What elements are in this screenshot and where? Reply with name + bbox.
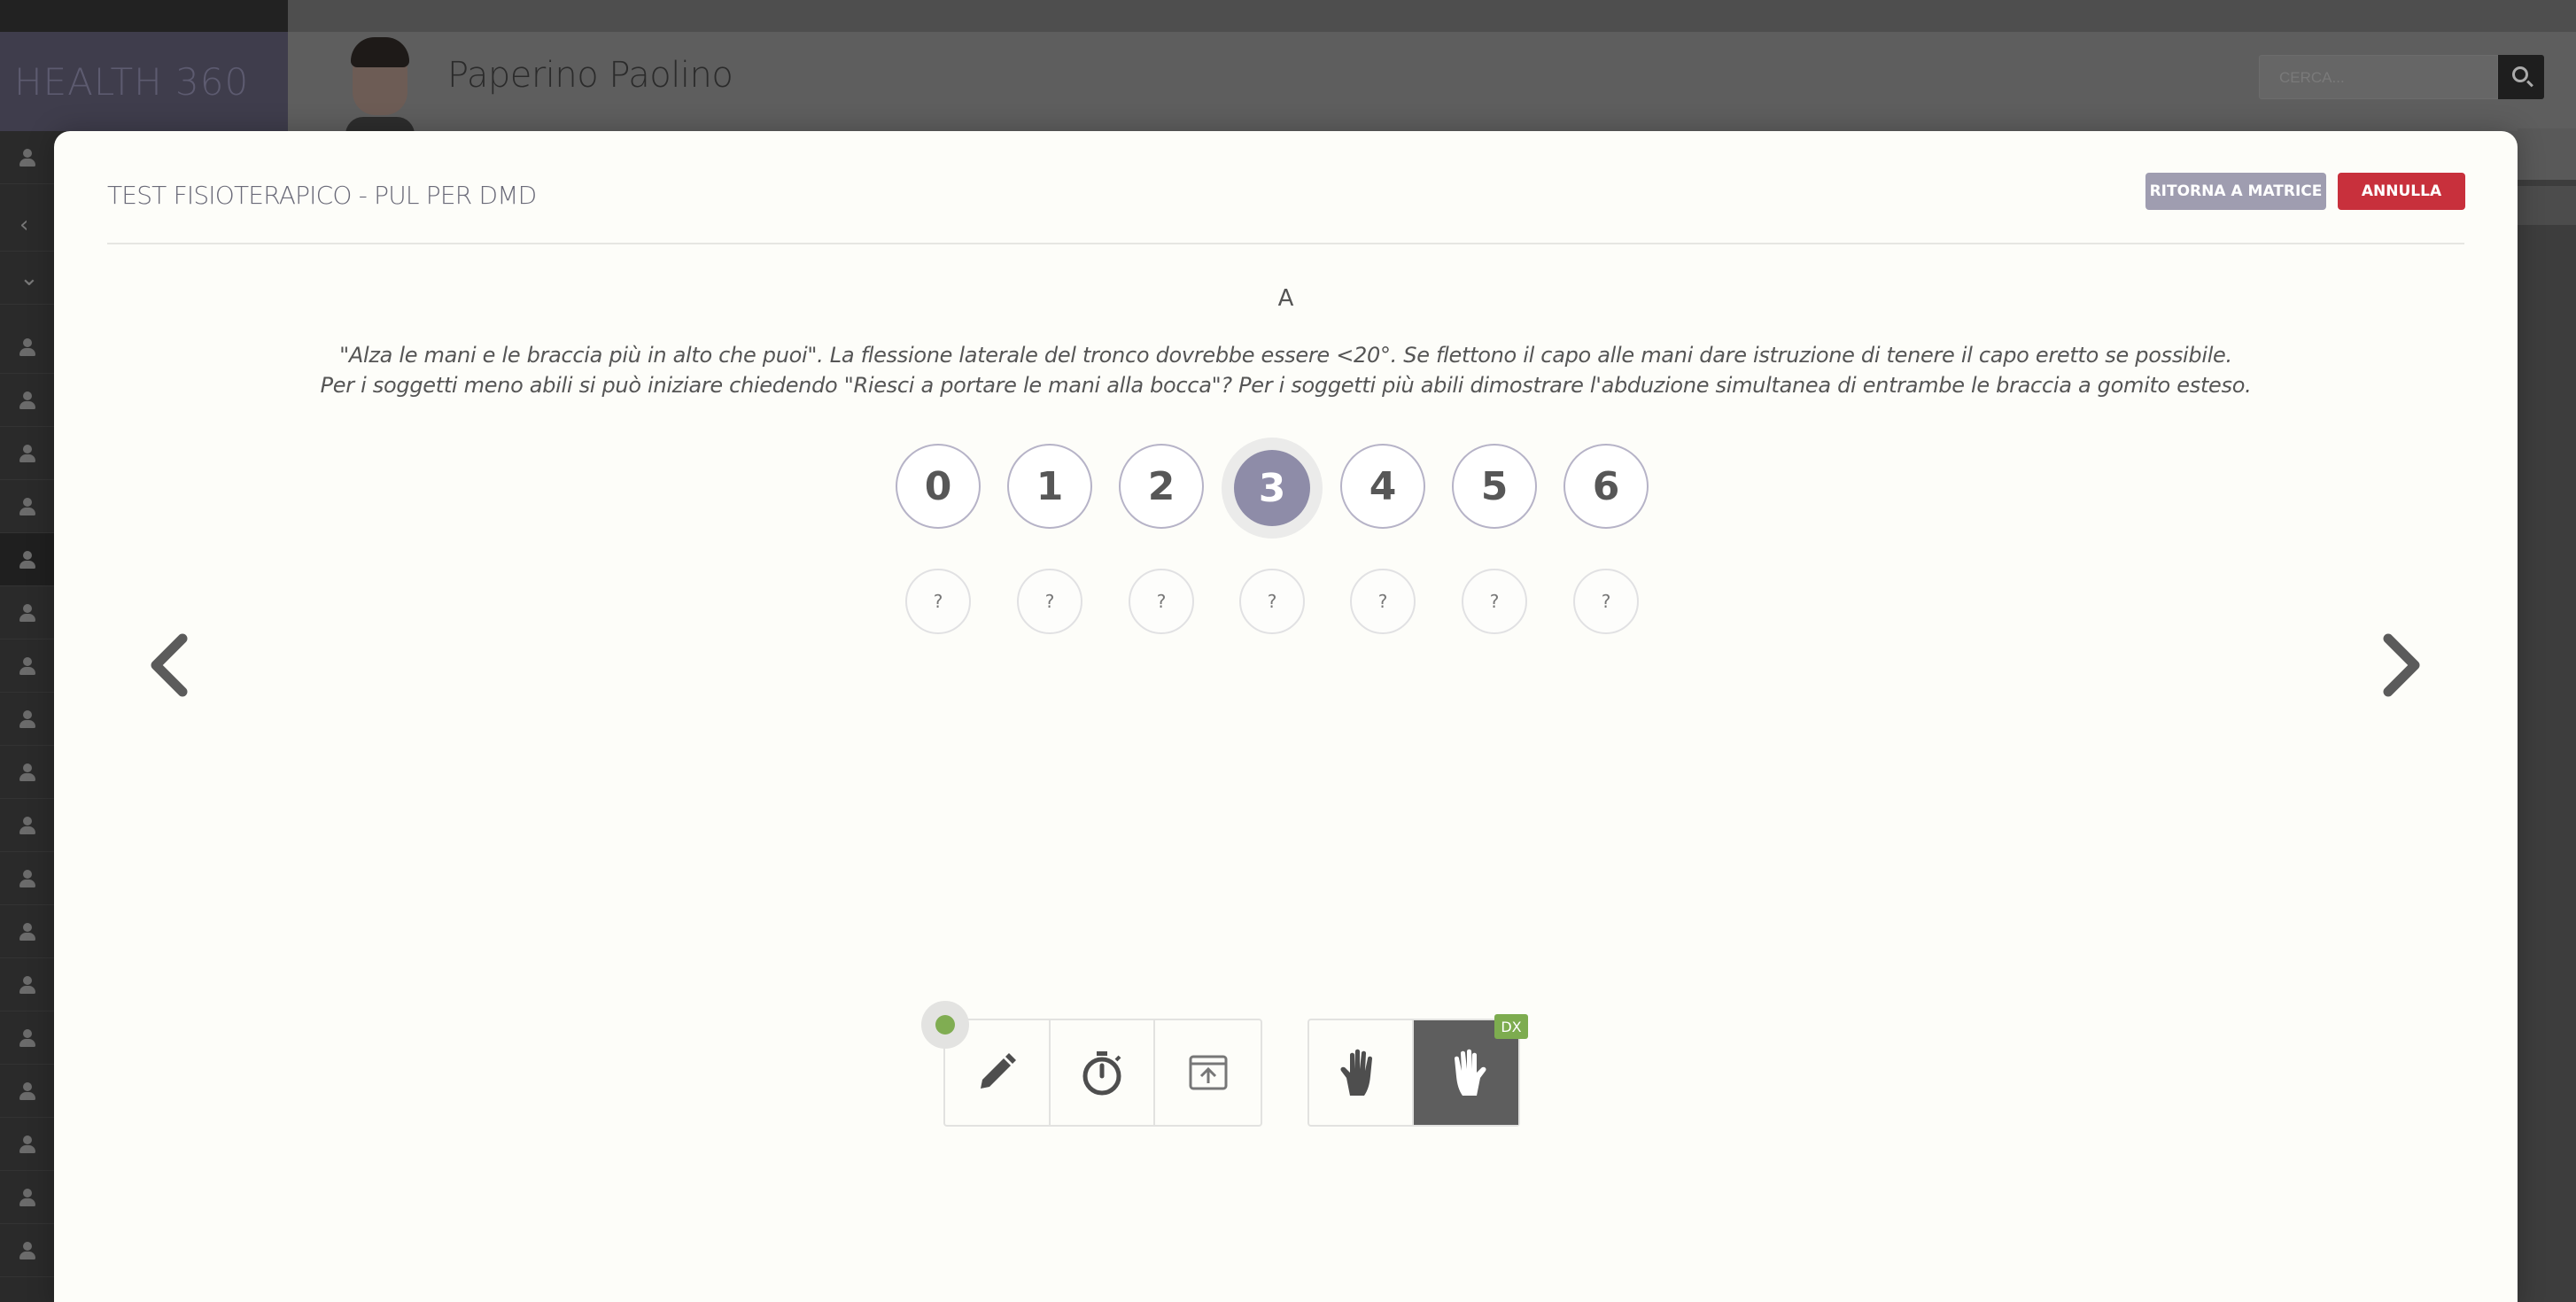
score-option[interactable]: 5 [1452,444,1537,529]
timer-button[interactable] [1051,1020,1156,1125]
item-instruction: "Alza le mani e le braccia più in alto c… [320,343,2252,398]
help-button[interactable]: ? [1462,569,1527,634]
status-indicator [921,1001,969,1049]
user-icon [19,709,35,728]
upload-button[interactable] [1155,1020,1261,1125]
back-to-matrix-button[interactable]: RITORNA A MATRICE [2145,173,2326,210]
upload-icon [1189,1055,1228,1090]
user-icon [19,656,35,675]
help-button[interactable]: ? [1573,569,1639,634]
user-icon [19,816,35,834]
help-button[interactable]: ? [1350,569,1416,634]
user-icon [19,148,35,167]
score-option-selected[interactable]: 3 [1234,450,1310,526]
tool-group-notes [943,1019,1262,1127]
top-strip [288,0,2576,32]
help-button[interactable]: ? [1239,569,1305,634]
right-panel [2518,131,2576,1302]
previous-item-button[interactable] [134,616,205,714]
stopwatch-icon [1082,1051,1121,1096]
left-hand-button[interactable] [1309,1020,1415,1125]
divider [107,243,2464,244]
help-button[interactable]: ? [1017,569,1082,634]
score-option[interactable]: 2 [1119,444,1204,529]
user-icon [19,1081,35,1100]
user-icon [19,1241,35,1259]
test-modal: TEST FISIOTERAPICO - PUL PER DMD RITORNA… [54,131,2518,1302]
chevron-left-icon: ‹ [19,211,29,238]
user-icon [19,550,35,569]
chevron-right-icon [2383,633,2420,697]
cancel-button[interactable]: ANNULLA [2338,173,2465,210]
sidebar-top-bar [0,0,288,32]
search-button[interactable] [2498,55,2544,99]
search-icon [2512,66,2528,82]
pencil-icon [981,1053,1017,1089]
left-hand-icon [1340,1049,1372,1096]
score-option[interactable]: 0 [896,444,981,529]
tool-group-side [1307,1019,1520,1127]
user-icon [19,975,35,994]
user-icon [19,603,35,622]
user-icon [19,444,35,462]
patient-name: Paperino Paolino [447,55,733,96]
user-icon [19,337,35,356]
user-icon [19,391,35,409]
item-letter: A [1277,285,1294,312]
side-badge: DX [1494,1014,1528,1039]
search-input[interactable]: CERCA... [2259,55,2498,99]
score-options: 0 1 2 3 4 5 6 [54,444,2518,541]
right-panel-tab[interactable] [2518,128,2576,180]
right-hand-icon [1455,1049,1486,1096]
score-option[interactable]: 1 [1007,444,1092,529]
app-logo: HEALTH 360 [0,32,288,131]
user-icon [19,763,35,781]
user-icon [19,1135,35,1153]
right-panel-bar [2518,186,2576,225]
modal-title: TEST FISIOTERAPICO - PUL PER DMD [107,181,537,210]
user-icon [19,922,35,941]
user-icon [19,1188,35,1206]
user-icon [19,1028,35,1047]
score-option[interactable]: 6 [1563,444,1649,529]
avatar [345,32,415,131]
user-icon [19,869,35,887]
help-button[interactable]: ? [905,569,971,634]
score-option[interactable]: 4 [1340,444,1425,529]
chevron-left-icon [151,633,188,697]
next-item-button[interactable] [2366,616,2437,714]
help-button[interactable]: ? [1129,569,1194,634]
score-help-options: ? ? ? ? ? ? ? [54,569,2518,639]
chevron-down-icon: ⌄ [19,264,39,291]
user-icon [19,497,35,515]
